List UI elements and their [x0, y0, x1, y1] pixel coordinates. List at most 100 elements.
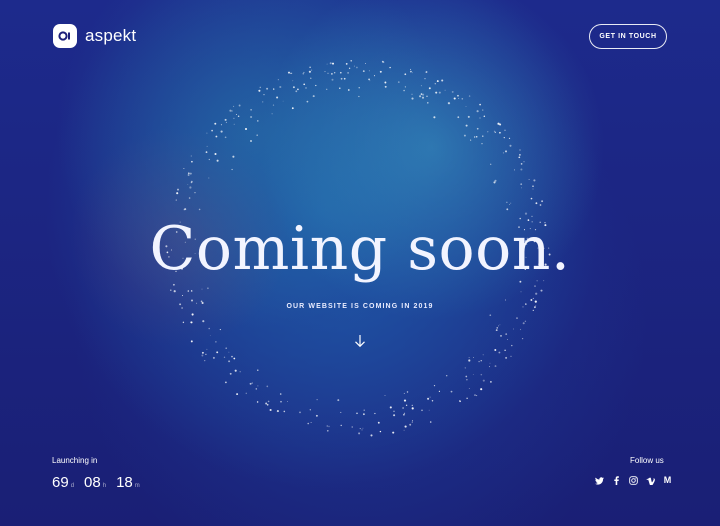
star-dot: [510, 355, 512, 357]
star-dot: [170, 289, 172, 291]
star-dot: [403, 413, 405, 416]
star-dot: [370, 434, 373, 437]
star-dot: [498, 325, 500, 327]
star-dot: [518, 156, 521, 159]
star-dot: [533, 179, 536, 182]
star-dot: [350, 60, 353, 62]
star-dot: [257, 369, 259, 371]
star-dot: [451, 90, 454, 93]
star-dot: [509, 144, 512, 147]
star-dot: [393, 410, 395, 412]
star-dot: [365, 63, 366, 65]
star-dot: [480, 373, 483, 376]
vimeo-icon[interactable]: [646, 476, 655, 485]
star-dot: [214, 152, 217, 156]
medium-icon[interactable]: M: [663, 476, 672, 485]
star-dot: [510, 202, 512, 204]
star-dot: [302, 72, 305, 75]
get-in-touch-button[interactable]: GET IN TOUCH: [589, 24, 667, 49]
star-dot: [404, 86, 407, 88]
star-dot: [465, 106, 467, 107]
star-dot: [489, 362, 491, 364]
star-dot: [482, 354, 484, 356]
star-dot: [198, 208, 201, 211]
star-dot: [259, 86, 262, 89]
star-dot: [480, 388, 483, 391]
star-dot: [521, 187, 522, 189]
star-dot: [215, 341, 217, 343]
star-dot: [334, 72, 336, 74]
star-dot: [269, 408, 272, 412]
star-dot: [211, 129, 213, 132]
star-dot: [310, 422, 312, 423]
star-dot: [427, 102, 429, 104]
star-dot: [478, 360, 480, 363]
star-dot: [511, 344, 513, 347]
star-dot: [403, 429, 405, 431]
star-dot: [204, 359, 206, 362]
star-dot: [353, 65, 355, 67]
star-dot: [228, 360, 231, 363]
star-dot: [482, 379, 485, 382]
star-dot: [202, 320, 205, 323]
star-dot: [266, 87, 269, 90]
star-dot: [494, 349, 497, 351]
facebook-icon[interactable]: [612, 476, 621, 485]
star-dot: [490, 381, 492, 383]
star-dot: [225, 347, 228, 350]
star-dot: [392, 431, 395, 434]
star-dot: [292, 80, 294, 82]
star-dot: [472, 373, 474, 375]
star-dot: [256, 134, 258, 136]
star-dot: [244, 127, 248, 131]
follow-label: Follow us: [630, 456, 664, 465]
star-dot: [468, 357, 470, 358]
star-dot: [489, 314, 492, 317]
star-dot: [406, 391, 409, 393]
star-dot: [467, 115, 470, 118]
star-dot: [389, 66, 391, 69]
star-dot: [339, 71, 342, 74]
star-dot: [309, 66, 311, 68]
star-dot: [233, 357, 236, 360]
star-dot: [482, 135, 484, 137]
star-dot: [239, 371, 241, 373]
star-dot: [175, 199, 177, 201]
star-dot: [224, 136, 227, 139]
brand-logo[interactable]: aspekt: [53, 24, 136, 48]
star-dot: [499, 324, 501, 326]
star-dot: [190, 180, 193, 183]
arrow-down-icon[interactable]: [354, 334, 366, 348]
star-dot: [309, 409, 311, 411]
star-dot: [224, 118, 227, 121]
star-dot: [520, 183, 523, 186]
star-dot: [507, 339, 508, 340]
star-dot: [232, 155, 235, 158]
instagram-icon[interactable]: [629, 476, 638, 485]
star-dot: [513, 169, 516, 171]
star-dot: [402, 407, 405, 409]
star-dot: [404, 73, 407, 76]
star-dot: [190, 321, 193, 324]
star-dot: [479, 117, 481, 119]
star-dot: [343, 77, 346, 80]
star-dot: [403, 392, 405, 394]
star-dot: [483, 115, 486, 117]
twitter-icon[interactable]: [595, 476, 604, 485]
star-dot: [379, 70, 382, 73]
aspekt-logo-icon: [53, 24, 77, 48]
star-dot: [435, 91, 438, 94]
star-dot: [266, 385, 269, 388]
star-dot: [191, 160, 193, 163]
star-dot: [381, 60, 384, 63]
star-dot: [339, 87, 341, 90]
star-dot: [425, 71, 428, 73]
star-dot: [340, 424, 342, 427]
star-dot: [250, 140, 252, 142]
star-dot: [494, 179, 497, 182]
star-dot: [347, 72, 349, 74]
star-dot: [438, 91, 441, 94]
star-dot: [506, 208, 509, 211]
star-dot: [468, 388, 470, 389]
star-dot: [411, 404, 414, 407]
